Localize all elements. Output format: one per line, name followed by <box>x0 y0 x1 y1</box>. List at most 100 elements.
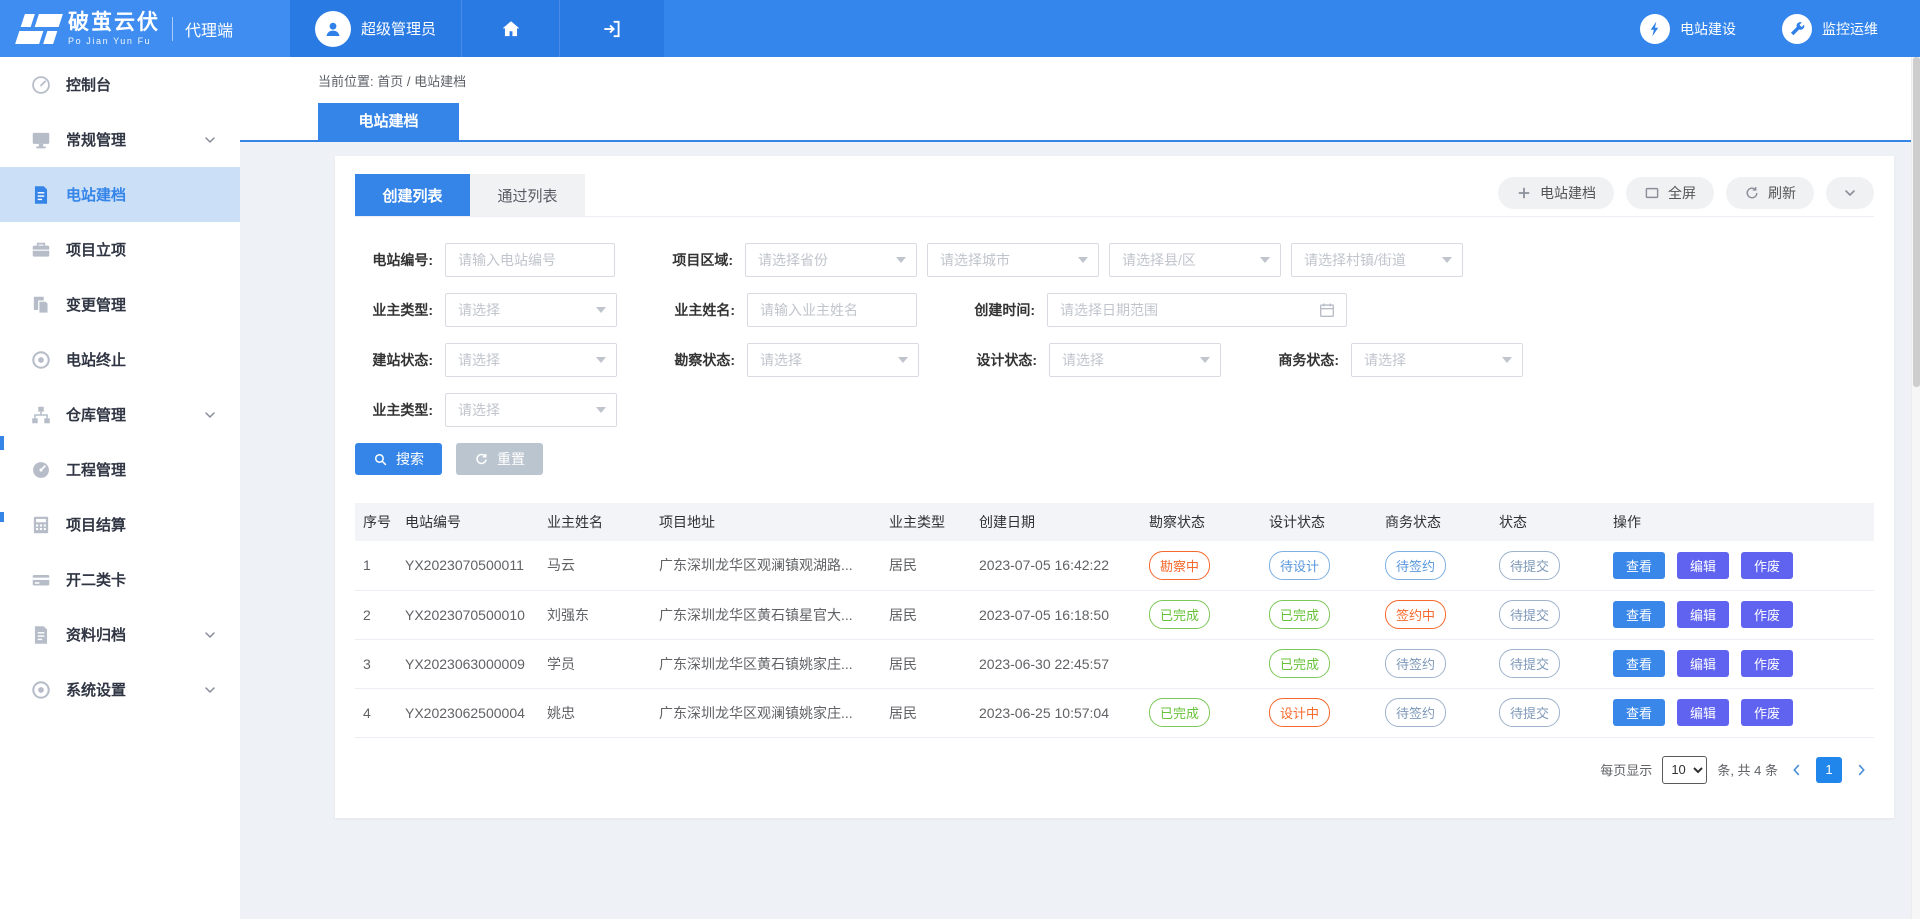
town-select[interactable]: 请选择村镇/街道 <box>1291 243 1463 277</box>
chevron-down-icon <box>1260 257 1270 263</box>
column-header: 操作 <box>1605 503 1874 541</box>
filter-label-create-time: 创建时间: <box>957 300 1047 320</box>
view-button[interactable]: 查看 <box>1613 552 1665 579</box>
sidebar-item-data-archive[interactable]: 资料归档 <box>0 607 240 662</box>
sidebar-item-station-termination[interactable]: 电站终止 <box>0 332 240 387</box>
cell-index: 2 <box>355 590 397 639</box>
void-button[interactable]: 作废 <box>1741 650 1793 677</box>
filter-actions: 搜索 重置 <box>355 443 1874 475</box>
sidebar-item-general-management[interactable]: 常规管理 <box>0 112 240 167</box>
filter-label-design-status: 设计状态: <box>959 350 1049 370</box>
edit-button[interactable]: 编辑 <box>1677 650 1729 677</box>
sidebar-item-label: 电站终止 <box>66 349 126 370</box>
breadcrumb-path[interactable]: 首页 / 电站建档 <box>377 74 466 89</box>
sidebar-item-project-settlement[interactable]: 项目结算 <box>0 497 240 552</box>
owner-type-2-select[interactable]: 请选择 <box>445 393 617 427</box>
tab-passed-list[interactable]: 通过列表 <box>470 174 585 216</box>
sidebar-item-second-class-card[interactable]: 开二类卡 <box>0 552 240 607</box>
topnav-label: 电站建设 <box>1680 19 1736 39</box>
chevron-down-icon <box>202 627 218 643</box>
design-status-select[interactable]: 请选择 <box>1049 343 1221 377</box>
view-button[interactable]: 查看 <box>1613 699 1665 726</box>
select-placeholder: 请选择村镇/街道 <box>1304 250 1406 270</box>
build-status-select[interactable]: 请选择 <box>445 343 617 377</box>
fullscreen-button[interactable]: 全屏 <box>1626 177 1714 209</box>
void-button[interactable]: 作废 <box>1741 552 1793 579</box>
page-header: 当前位置: 首页 / 电站建档 电站建档 <box>240 57 1920 142</box>
station-code-input[interactable] <box>446 252 614 268</box>
sidebar-item-label: 系统设置 <box>66 679 126 700</box>
logout-button[interactable] <box>560 0 664 57</box>
owner-type-select[interactable]: 请选择 <box>445 293 617 327</box>
next-page-button[interactable] <box>1852 761 1870 779</box>
create-station-button[interactable]: 电站建档 <box>1498 177 1614 209</box>
main-content: 当前位置: 首页 / 电站建档 电站建档 创建列表 通过列表 电站建档 <box>240 0 1920 818</box>
topnav-label: 监控运维 <box>1822 19 1878 39</box>
status-badge: 待提交 <box>1499 649 1560 678</box>
column-header: 业主类型 <box>881 503 971 541</box>
province-select[interactable]: 请选择省份 <box>745 243 917 277</box>
cell-station-code: YX2023070500010 <box>397 590 539 639</box>
district-select[interactable]: 请选择县/区 <box>1109 243 1281 277</box>
city-select[interactable]: 请选择城市 <box>927 243 1099 277</box>
survey-status-badge: 已完成 <box>1149 698 1210 727</box>
brand: 破茧云伏 Po Jian Yun Fu 代理端 <box>0 0 290 57</box>
void-button[interactable]: 作废 <box>1741 601 1793 628</box>
cell-status: 待提交 <box>1491 639 1605 688</box>
per-page-select[interactable]: 10 <box>1662 756 1707 784</box>
topnav-monitor-ops[interactable]: 监控运维 <box>1782 14 1878 44</box>
chevron-down-icon <box>596 407 606 413</box>
design-status-badge: 已完成 <box>1269 600 1330 629</box>
sidebar-item-label: 项目立项 <box>66 239 126 260</box>
cell-business-status: 待签约 <box>1377 688 1491 737</box>
list-tabs-row: 创建列表 通过列表 电站建档 全屏 <box>355 174 1874 217</box>
sidebar-item-project-initiation[interactable]: 项目立项 <box>0 222 240 277</box>
home-button[interactable] <box>462 0 560 57</box>
create-time-input[interactable] <box>1048 302 1318 318</box>
page-number-1[interactable]: 1 <box>1816 757 1842 783</box>
cell-status: 待提交 <box>1491 590 1605 639</box>
search-button[interactable]: 搜索 <box>355 443 442 475</box>
prev-page-button[interactable] <box>1788 761 1806 779</box>
reset-button[interactable]: 重置 <box>456 443 543 475</box>
filter-label-business-status: 商务状态: <box>1261 350 1351 370</box>
select-placeholder: 请选择 <box>1364 350 1406 370</box>
chevron-down-icon <box>596 357 606 363</box>
sidebar-item-warehouse-management[interactable]: 仓库管理 <box>0 387 240 442</box>
create-time-picker[interactable] <box>1047 293 1347 327</box>
filter-group-district: 请选择县/区 <box>1109 243 1281 277</box>
edit-button[interactable]: 编辑 <box>1677 699 1729 726</box>
filter-group-station-code: 电站编号: <box>355 243 615 277</box>
chevron-down-icon <box>1502 357 1512 363</box>
document-icon <box>30 184 52 206</box>
edit-button[interactable]: 编辑 <box>1677 552 1729 579</box>
column-header: 勘察状态 <box>1141 503 1261 541</box>
scrollbar-thumb[interactable] <box>1913 57 1920 387</box>
survey-status-select[interactable]: 请选择 <box>747 343 919 377</box>
column-header: 业主姓名 <box>539 503 651 541</box>
collapse-toolbar-button[interactable] <box>1826 177 1874 209</box>
sidebar-item-station-archive[interactable]: 电站建档 <box>0 167 240 222</box>
owner-name-input[interactable] <box>748 302 916 318</box>
document-icon <box>30 624 52 646</box>
tab-create-list[interactable]: 创建列表 <box>355 174 470 216</box>
page-tab-station-archive[interactable]: 电站建档 <box>318 103 459 140</box>
edit-button[interactable]: 编辑 <box>1677 601 1729 628</box>
sidebar-item-console[interactable]: 控制台 <box>0 57 240 112</box>
topnav-station-build[interactable]: 电站建设 <box>1640 14 1736 44</box>
view-button[interactable]: 查看 <box>1613 650 1665 677</box>
cell-created-date: 2023-07-05 16:18:50 <box>971 590 1141 639</box>
filter-group-design-status: 设计状态:请选择 <box>959 343 1221 377</box>
sidebar-item-system-settings[interactable]: 系统设置 <box>0 662 240 717</box>
void-button[interactable]: 作废 <box>1741 699 1793 726</box>
calendar-icon <box>1318 301 1336 319</box>
sidebar-item-engineering-management[interactable]: 工程管理 <box>0 442 240 497</box>
user-menu[interactable]: 超级管理员 <box>290 0 462 57</box>
business-status-select[interactable]: 请选择 <box>1351 343 1523 377</box>
view-button[interactable]: 查看 <box>1613 601 1665 628</box>
filter-group-build-status: 建站状态:请选择 <box>355 343 617 377</box>
sidebar-item-label: 常规管理 <box>66 129 126 150</box>
refresh-button[interactable]: 刷新 <box>1726 177 1814 209</box>
sidebar-item-change-management[interactable]: 变更管理 <box>0 277 240 332</box>
cell-created-date: 2023-06-25 10:57:04 <box>971 688 1141 737</box>
